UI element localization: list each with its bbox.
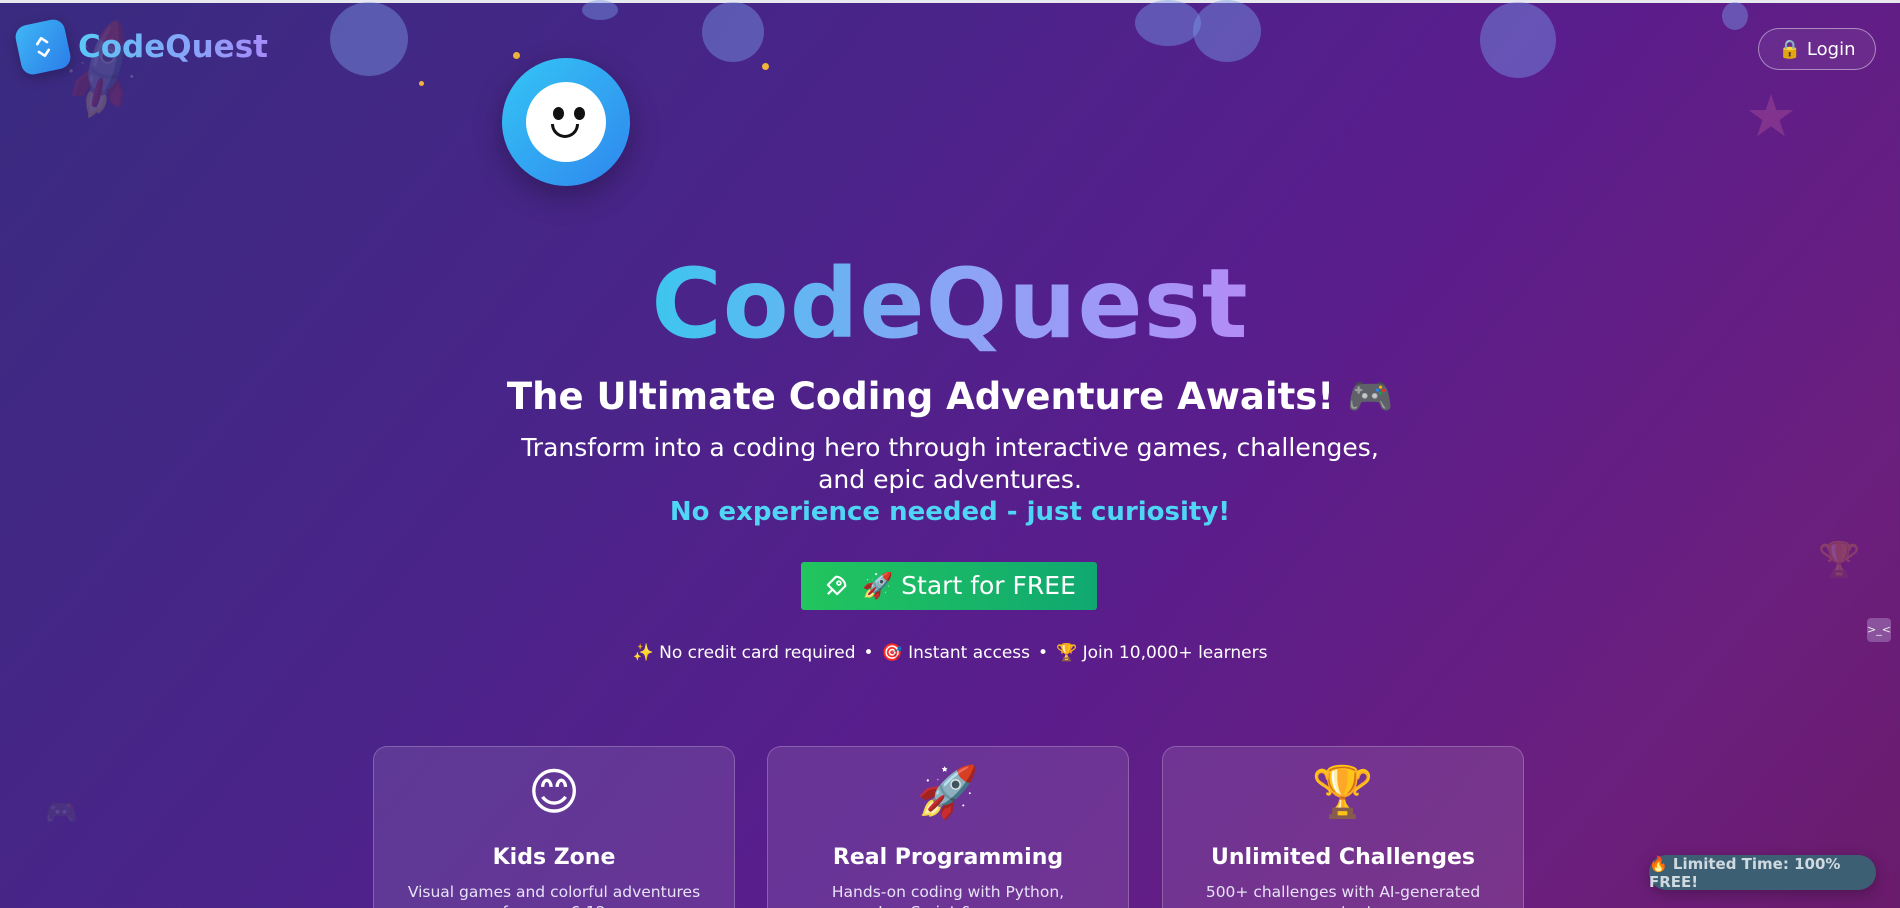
perk-learners: 🏆 Join 10,000+ learners <box>1056 643 1268 663</box>
feature-title: Real Programming <box>832 845 1064 870</box>
start-free-button[interactable]: 🚀 Start for FREE <box>801 562 1097 610</box>
decorative-bubble <box>1480 2 1556 78</box>
side-widget-icon[interactable]: >_< <box>1867 618 1891 642</box>
feature-card-unlimited-challenges[interactable]: 🏆 Unlimited Challenges 500+ challenges w… <box>1162 746 1524 908</box>
perk-instant-access: 🎯 Instant access <box>881 643 1031 663</box>
decorative-bubble <box>702 2 764 62</box>
feature-description: Visual games and colorful adventures for… <box>407 883 701 908</box>
rocket-icon <box>826 575 847 596</box>
faded-trophy-icon: 🏆 <box>1818 540 1861 580</box>
feature-description: Hands-on coding with Python, JavaScript … <box>831 883 1065 908</box>
code-brackets-icon <box>13 17 73 77</box>
feature-title: Unlimited Challenges <box>1211 845 1475 870</box>
decorative-dot <box>419 81 424 86</box>
lock-icon: 🔒 <box>1778 38 1801 60</box>
decorative-bubble <box>1135 0 1201 46</box>
decorative-dot <box>762 63 769 70</box>
feature-title: Kids Zone <box>492 845 616 870</box>
decorative-bubble <box>1722 2 1748 30</box>
hero-title: CodeQuest <box>651 248 1249 360</box>
feature-card-kids-zone[interactable]: 😊 Kids Zone Visual games and colorful ad… <box>373 746 735 908</box>
feature-card-real-programming[interactable]: 🚀 Real Programming Hands-on coding with … <box>767 746 1129 908</box>
smiley-icon: 😊 <box>527 763 581 821</box>
feature-description: 500+ challenges with AI-generated conten… <box>1205 883 1481 908</box>
mascot-avatar <box>502 58 630 186</box>
hero-description: Transform into a coding hero through int… <box>521 433 1379 494</box>
perk-no-credit-card: ✨ No credit card required <box>632 643 856 663</box>
perk-separator: • <box>863 643 874 663</box>
login-label: Login <box>1806 38 1856 60</box>
decorative-dot <box>513 52 520 59</box>
brand-logo[interactable]: CodeQuest <box>13 17 268 77</box>
hero-highlight: No experience needed - just curiosity! <box>669 497 1231 527</box>
decorative-bubble <box>330 2 408 76</box>
brand-name: CodeQuest <box>78 29 268 65</box>
perk-separator: • <box>1038 643 1049 663</box>
faded-star-icon: ★ <box>1745 82 1797 150</box>
trophy-icon: 🏆 <box>1311 763 1375 821</box>
decorative-bubble <box>582 0 618 20</box>
login-button[interactable]: 🔒 Login <box>1758 28 1876 70</box>
hero-subtitle: The Ultimate Coding Adventure Awaits! 🎮 <box>506 375 1394 418</box>
faded-gamepad-icon: 🎮 <box>45 798 78 828</box>
limited-time-badge[interactable]: 🔥 Limited Time: 100% FREE! <box>1649 855 1876 891</box>
window-top-border <box>0 0 1900 3</box>
rocket-icon: 🚀 <box>916 763 980 821</box>
decorative-bubble <box>1193 0 1261 62</box>
smiley-face-icon <box>526 82 606 162</box>
start-free-label: 🚀 Start for FREE <box>862 571 1076 600</box>
perks-row: ✨ No credit card required • 🎯 Instant ac… <box>0 643 1900 663</box>
